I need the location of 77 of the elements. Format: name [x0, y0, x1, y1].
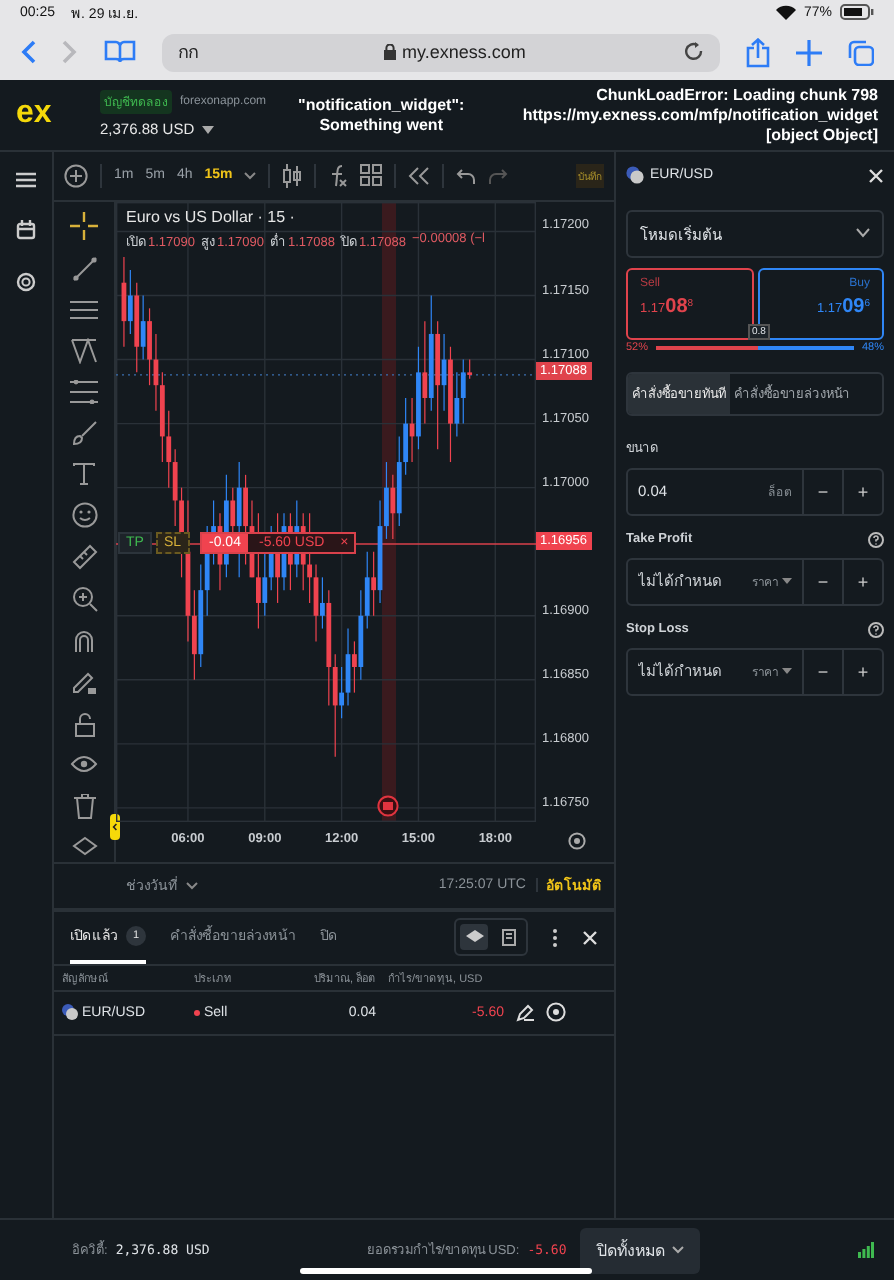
error-text: Something went [319, 115, 443, 134]
increment-button[interactable]: + [842, 559, 882, 604]
tab-text: กก [178, 40, 200, 67]
back-icon[interactable] [20, 40, 36, 65]
caret-icon[interactable] [202, 125, 215, 134]
chevron-down-icon[interactable] [856, 228, 870, 239]
bookmarks-icon[interactable] [104, 40, 136, 65]
crosshair-icon[interactable] [70, 211, 98, 240]
indicators-icon[interactable] [328, 163, 349, 188]
layers-icon[interactable] [465, 930, 483, 945]
text-tool-icon[interactable] [72, 461, 96, 486]
menu-icon[interactable] [16, 171, 36, 188]
decrement-button[interactable]: − [802, 559, 842, 604]
undo-icon[interactable] [456, 167, 477, 184]
decrement-button[interactable]: − [802, 469, 842, 514]
wifi-icon [775, 4, 796, 21]
reload-icon[interactable] [684, 42, 704, 63]
collapse-handle-icon[interactable] [110, 813, 120, 840]
decrement-button[interactable]: − [802, 649, 842, 694]
close-position-icon[interactable] [546, 1002, 566, 1023]
eye-icon[interactable] [70, 753, 98, 778]
layout-grid-icon[interactable] [360, 164, 383, 187]
close-icon[interactable] [868, 167, 884, 184]
replay-icon[interactable] [408, 165, 431, 186]
zoom-in-icon[interactable] [71, 585, 97, 612]
clipboard-icon[interactable] [501, 928, 515, 947]
help-icon[interactable] [868, 531, 884, 548]
more-icon[interactable] [552, 927, 558, 948]
candles-icon[interactable] [282, 163, 303, 188]
help-icon[interactable] [868, 621, 884, 638]
layers-icon[interactable] [71, 835, 97, 858]
new-tab-icon[interactable] [796, 39, 822, 66]
trend-line-icon[interactable] [71, 255, 97, 282]
redo-icon [488, 167, 509, 184]
pencil-lock-icon[interactable] [71, 669, 97, 696]
caret-icon[interactable] [244, 171, 257, 180]
target-icon[interactable] [16, 271, 36, 292]
caret-icon[interactable] [782, 578, 792, 585]
smiley-icon[interactable] [71, 501, 97, 528]
currency-flags-icon [626, 166, 644, 185]
add-icon[interactable] [64, 163, 88, 188]
reset-view-icon[interactable] [568, 831, 586, 850]
lock-icon [384, 44, 396, 61]
pattern-icon[interactable] [70, 337, 98, 364]
error-text: https://my.exness.com/mfp/notification_widget [522, 105, 878, 124]
status-dot [194, 1009, 200, 1016]
increment-button[interactable]: + [842, 469, 882, 514]
calendar-icon[interactable] [16, 219, 36, 240]
ruler-icon[interactable] [71, 543, 97, 570]
signal-icon [858, 1242, 875, 1259]
parallel-lines-icon[interactable] [70, 297, 98, 322]
magnet-icon[interactable] [72, 627, 96, 654]
unlock-icon[interactable] [73, 711, 95, 738]
brush-icon[interactable] [71, 419, 97, 446]
increment-button[interactable]: + [842, 649, 882, 694]
view-toggle[interactable] [454, 918, 528, 957]
close-all-button[interactable]: ปิดทั้งหมด [580, 1227, 701, 1274]
trash-icon[interactable] [73, 793, 95, 820]
battery-icon [840, 4, 874, 21]
caret-icon[interactable] [672, 1246, 685, 1255]
logo[interactable]: ex [16, 96, 88, 133]
chart-title: Euro vs US Dollar · 15 · [126, 207, 297, 226]
url-text: my.exness.com [402, 42, 528, 63]
edit-icon[interactable] [516, 1003, 534, 1022]
stop-marker-icon[interactable] [377, 794, 399, 817]
close-icon[interactable] [582, 929, 598, 946]
error-text: [object Object] [765, 125, 878, 144]
error-text: "notification_widget": [298, 95, 465, 114]
currency-flags-icon [62, 1004, 78, 1021]
tabs-icon[interactable] [848, 39, 874, 66]
error-text: ChunkLoadError: Loading chunk 798 [596, 85, 878, 104]
layers-view-button[interactable] [460, 924, 488, 951]
caret-icon[interactable] [782, 668, 792, 675]
share-icon[interactable] [746, 37, 770, 68]
caret-icon[interactable] [186, 881, 198, 890]
address-bar[interactable]: กก my.exness.com [162, 33, 720, 72]
fib-levels-icon[interactable] [70, 379, 98, 404]
